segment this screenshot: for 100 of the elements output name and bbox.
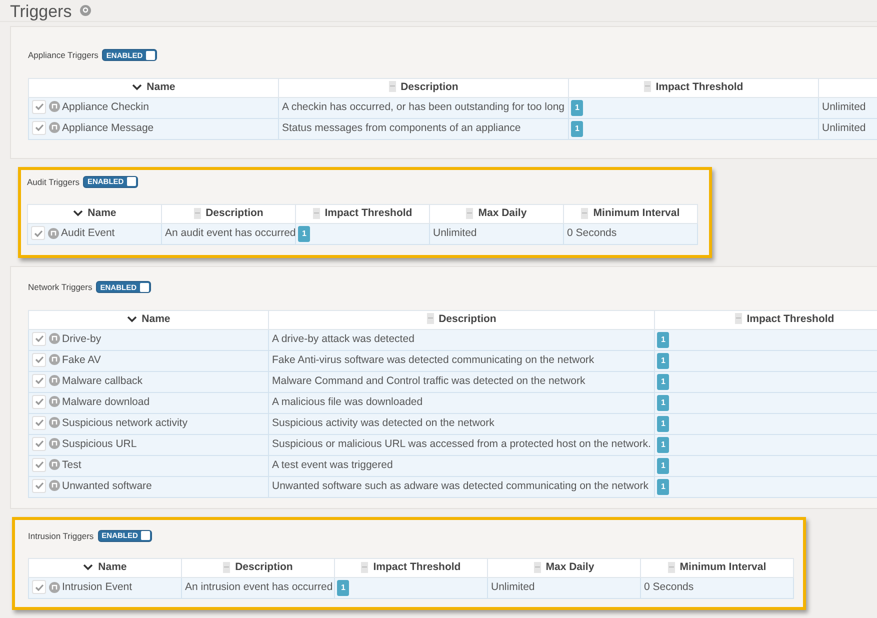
trigger-name: Unwanted software <box>62 480 152 492</box>
trigger-name: Fake AV <box>62 354 101 366</box>
check-icon <box>34 230 42 237</box>
column-header[interactable]: Name <box>28 558 182 578</box>
trigger-name: Malware download <box>62 396 150 408</box>
trigger-icon <box>49 375 60 386</box>
check-icon <box>34 440 44 448</box>
check-icon <box>34 584 44 591</box>
table-cell: Unwanted software such as adware was detected communicating on the network <box>272 480 648 492</box>
sort-icon <box>361 562 368 573</box>
trigger-name: Intrusion Event <box>62 581 132 594</box>
column-header[interactable]: Impact Threshold <box>568 78 818 97</box>
column-header[interactable]: Max Daily <box>488 558 640 578</box>
column-header[interactable]: Impact Threshold <box>296 204 430 224</box>
impact-badge: 1 <box>657 394 670 410</box>
check-icon <box>34 356 44 364</box>
sort-down-icon <box>132 82 142 91</box>
check-icon <box>34 482 44 490</box>
impact-badge: 1 <box>657 332 670 348</box>
check-button[interactable] <box>32 100 46 114</box>
impact-badge: 1 <box>657 458 670 474</box>
trigger-icon <box>49 459 60 470</box>
table-cell: Unlimited <box>822 122 866 134</box>
check-button[interactable] <box>32 478 46 493</box>
check-button[interactable] <box>32 352 46 367</box>
sort-icon <box>223 562 230 573</box>
check-button[interactable] <box>32 436 46 451</box>
check-button[interactable] <box>32 416 46 430</box>
check-button[interactable] <box>32 394 46 409</box>
column-header[interactable]: Impact Threshold <box>334 558 488 578</box>
trigger-icon <box>49 101 60 112</box>
table-cell: Unlimited <box>822 100 866 113</box>
impact-badge: 1 <box>571 120 584 136</box>
sort-icon <box>426 313 434 324</box>
check-icon <box>34 103 44 110</box>
trigger-icon <box>49 333 60 344</box>
table-cell: A test event was triggered <box>272 458 393 471</box>
impact-badge: 1 <box>298 226 310 242</box>
trigger-name: Drive-by <box>62 332 102 345</box>
sort-icon <box>734 313 742 324</box>
sort-down-icon <box>126 314 137 323</box>
table-cell: Unlimited <box>433 227 477 240</box>
table-cell: Suspicious activity was detected on the network <box>272 416 494 429</box>
table-cell: 0 Seconds <box>567 227 617 240</box>
table-cell: Suspicious or malicious URL was accessed from a protected host on the network. <box>272 438 651 450</box>
column-header[interactable]: Name <box>28 204 162 224</box>
impact-badge: 1 <box>337 580 350 596</box>
table-cell: Unlimited <box>491 581 535 594</box>
check-button[interactable] <box>32 120 46 135</box>
section-title: Audit Triggers <box>27 176 80 188</box>
check-button[interactable] <box>32 580 46 594</box>
table-cell: 0 Seconds <box>644 581 694 594</box>
column-header[interactable]: Description <box>278 78 568 97</box>
trigger-icon <box>49 396 60 408</box>
sort-icon <box>466 208 474 219</box>
table-cell: Malware Command and Control traffic was detected on the network <box>272 374 586 387</box>
table-cell: An intrusion event has occurred <box>185 581 333 594</box>
column-header[interactable]: Max Daily <box>430 204 564 224</box>
column-header[interactable]: Impact Threshold <box>654 310 877 329</box>
column-header[interactable]: Description <box>182 558 334 578</box>
trigger-name: Suspicious network activity <box>62 416 188 429</box>
table-cell: Fake Anti-virus software was detected communicating on the network <box>272 354 594 366</box>
sort-icon <box>668 562 675 573</box>
trigger-name: Test <box>62 458 82 471</box>
trigger-name: Suspicious URL <box>62 438 137 450</box>
impact-badge: 1 <box>657 374 670 390</box>
check-icon <box>34 335 44 342</box>
check-button[interactable] <box>32 458 46 472</box>
trigger-name: Appliance Message <box>62 122 154 134</box>
column-header[interactable]: Minimum Interval <box>640 558 794 578</box>
trigger-icon <box>49 582 60 593</box>
sort-icon <box>194 208 201 219</box>
sort-icon <box>581 208 588 219</box>
check-icon <box>34 461 44 468</box>
trigger-icon <box>49 354 60 366</box>
check-icon <box>34 124 44 132</box>
table-cell: A drive-by attack was detected <box>272 332 414 345</box>
trigger-name: Malware callback <box>62 374 143 387</box>
page-title: Triggers <box>9 0 72 23</box>
trigger-name: Appliance Checkin <box>62 100 149 113</box>
column-header[interactable]: Description <box>162 204 296 224</box>
impact-badge: 1 <box>657 436 670 452</box>
sort-down-icon <box>72 209 83 218</box>
column-header[interactable]: Name <box>28 78 278 97</box>
check-button[interactable] <box>32 374 46 388</box>
section-title: Appliance Triggers <box>28 49 98 62</box>
section-title: Network Triggers <box>28 281 92 294</box>
help-icon <box>80 5 91 16</box>
check-button[interactable] <box>32 332 46 346</box>
table-cell: A malicious file was downloaded <box>272 396 423 408</box>
impact-badge: 1 <box>571 100 584 116</box>
column-header[interactable]: Minimum Interval <box>564 204 698 224</box>
check-icon <box>34 419 44 426</box>
sort-icon <box>534 562 541 573</box>
impact-badge: 1 <box>657 352 670 368</box>
trigger-icon <box>48 228 59 239</box>
trigger-icon <box>49 417 60 428</box>
column-header[interactable]: Description <box>268 310 654 329</box>
column-header[interactable]: Name <box>28 310 268 329</box>
check-button[interactable] <box>31 226 45 240</box>
